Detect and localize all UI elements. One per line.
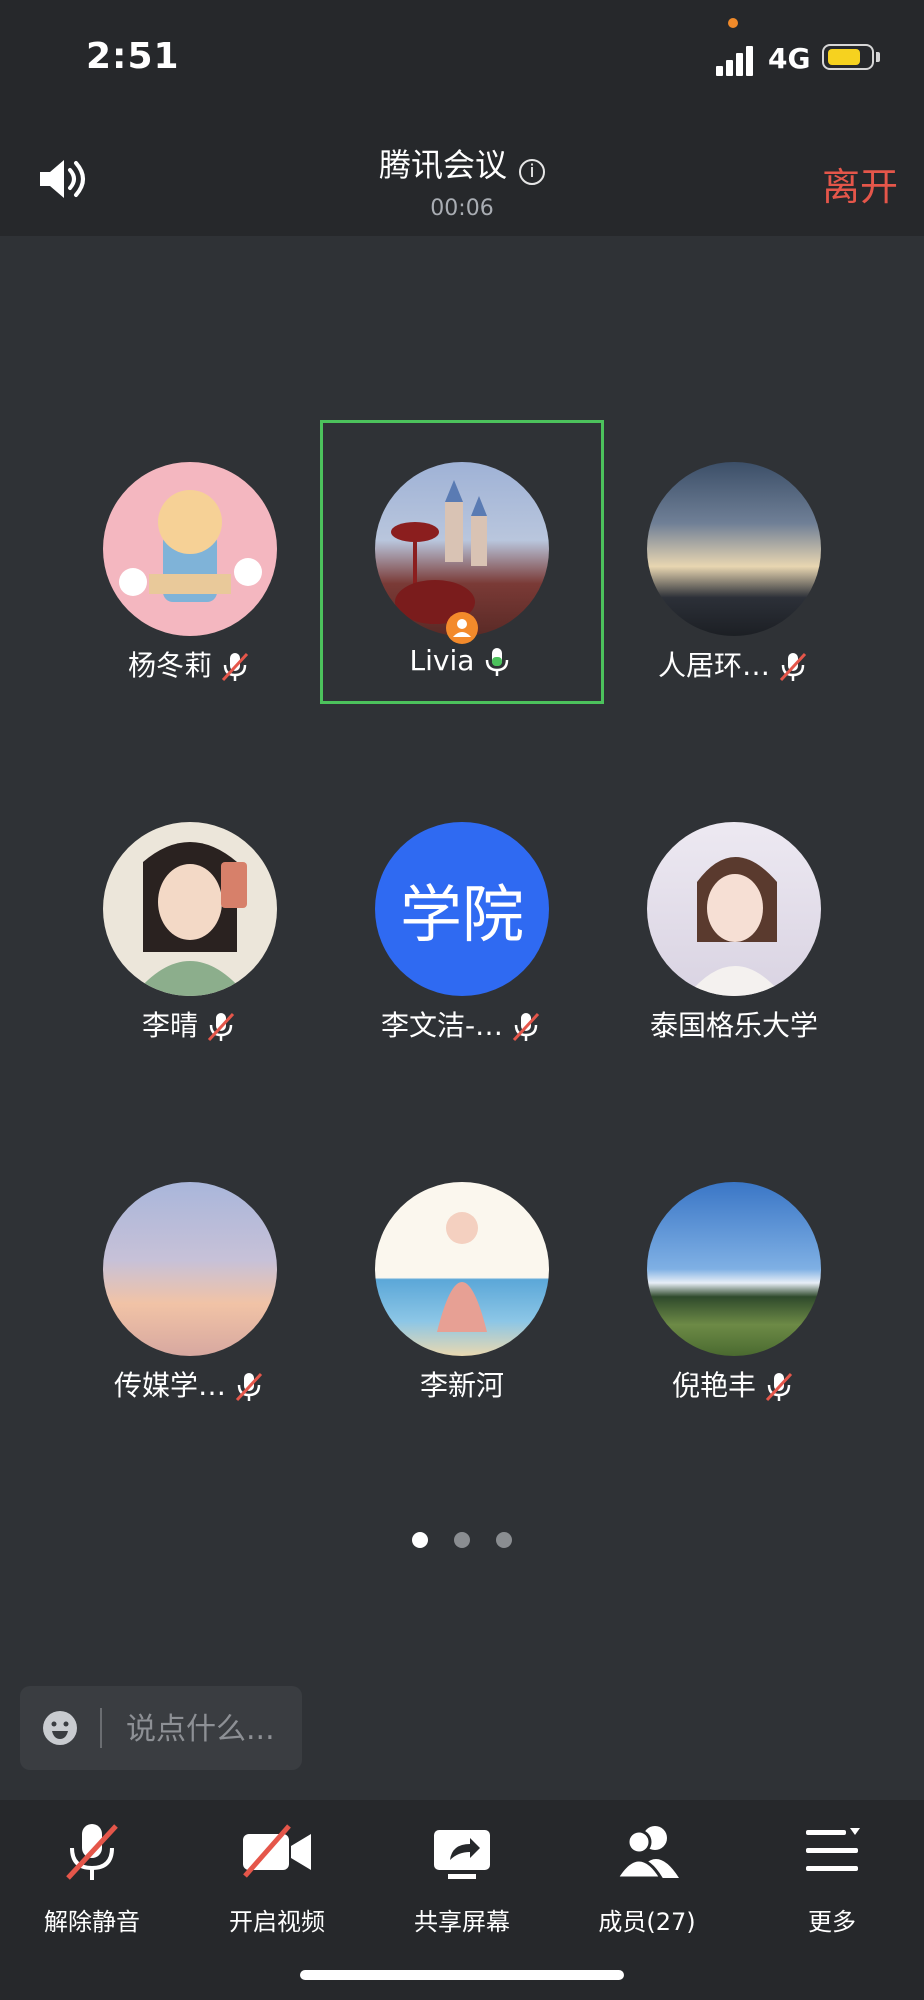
cellular-signal-icon [716,46,753,76]
meeting-title: 腾讯会议 [378,146,507,184]
members-icon [614,1826,679,1880]
mic-muted-icon [765,1372,793,1402]
avatar [375,1182,549,1356]
participant-name: 倪艳丰 [671,1369,756,1402]
page-dot[interactable] [454,1532,470,1548]
more-button[interactable]: 更多 [740,1820,924,1940]
participant-tile[interactable]: Livia [342,432,582,677]
participant-tile[interactable]: 泰国格乐大学 [614,792,854,1042]
participant-name: Livia [409,644,475,677]
participant-tile[interactable]: 倪艳丰 [614,1152,854,1402]
unmute-button[interactable]: 解除静音 [0,1820,184,1940]
start-video-button[interactable]: 开启视频 [185,1820,369,1940]
info-icon[interactable]: i [519,158,545,185]
members-label: 成员(27) [598,1908,696,1936]
status-time: 2:51 [86,36,180,77]
share-screen-icon [434,1830,490,1879]
mic-muted-icon [779,652,807,682]
mic-speaking-icon [486,648,509,676]
members-button[interactable]: 成员(27) [555,1820,739,1940]
page-dot[interactable] [412,1532,428,1548]
meeting-title-area[interactable]: 腾讯会议 i [0,140,924,186]
participant-tile[interactable]: 人居环… [614,432,854,682]
participant-name: 杨冬莉 [127,649,212,682]
mic-muted-icon [207,1012,235,1042]
avatar [103,1182,277,1356]
meeting-timer: 00:06 [430,196,494,221]
mic-muted-icon [66,1824,118,1880]
mic-muted-icon [221,652,249,682]
mic-muted-icon [512,1012,540,1042]
avatar [647,822,821,996]
mic-muted-icon [235,1372,263,1402]
participant-name: 传媒学… [113,1369,226,1402]
network-type: 4G [768,42,811,75]
participant-tile[interactable]: 李晴 [70,792,310,1042]
unmute-label: 解除静音 [44,1908,140,1936]
top-bar: 2:51 4G 腾讯会议 i 00:06 离开 [0,0,924,236]
video-off-icon [243,1824,311,1878]
battery-icon [822,44,874,70]
avatar [647,1182,821,1356]
share-label: 共享屏幕 [414,1908,510,1936]
avatar-text: 学院 [399,878,524,951]
participant-tile[interactable]: 传媒学… [70,1152,310,1402]
share-screen-button[interactable]: 共享屏幕 [370,1820,554,1940]
avatar: 学院 [375,822,549,996]
participant-name: 李新河 [419,1369,504,1402]
page-dot[interactable] [496,1532,512,1548]
participant-tile[interactable]: 杨冬莉 [70,432,310,682]
participant-tile[interactable]: 李新河 [342,1152,582,1402]
more-label: 更多 [808,1908,856,1936]
leave-button[interactable]: 离开 [822,156,898,211]
participant-name: 李晴 [141,1009,198,1042]
emoji-icon[interactable] [42,1710,78,1746]
host-icon [446,612,478,644]
home-indicator[interactable] [300,1970,624,1980]
avatar [103,822,277,996]
avatar [375,462,549,636]
more-menu-icon [806,1828,860,1871]
avatar [103,462,277,636]
participant-name: 泰国格乐大学 [649,1009,818,1042]
avatar [647,462,821,636]
chat-input[interactable] [124,1704,298,1754]
page-indicator[interactable] [0,1532,924,1552]
chat-box[interactable] [20,1686,302,1770]
participant-tile[interactable]: 学院 李文洁-… [342,792,582,1042]
participant-name: 人居环… [657,649,770,682]
video-label: 开启视频 [229,1908,325,1936]
recording-indicator-dot [728,18,738,28]
participant-name: 李文洁-… [380,1009,504,1042]
